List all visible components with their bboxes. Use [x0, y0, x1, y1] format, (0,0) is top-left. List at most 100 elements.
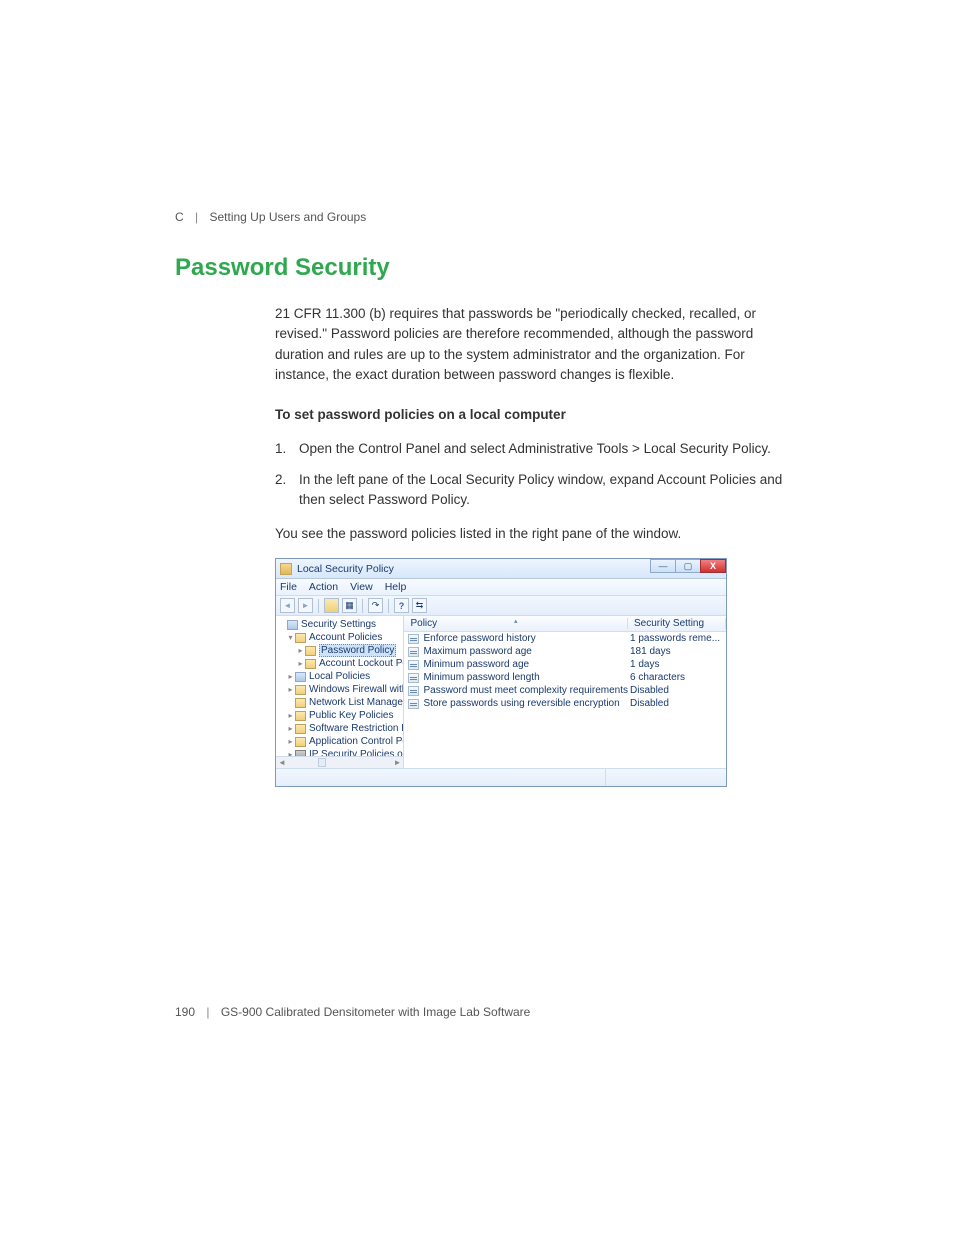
policy-name: Enforce password history	[423, 633, 535, 644]
status-cell	[276, 769, 606, 786]
step-text: Open the Control Panel and select Admini…	[299, 439, 784, 459]
tree-item[interactable]: ▸ Local Policies	[276, 670, 403, 683]
folder-icon	[295, 711, 306, 721]
expander-icon[interactable]: ▸	[286, 672, 295, 681]
footer-separator: |	[206, 1005, 209, 1019]
tree-item[interactable]: ▾ Account Policies	[276, 631, 403, 644]
step-1: 1. Open the Control Panel and select Adm…	[275, 439, 784, 459]
policy-row[interactable]: Password must meet complexity requiremen…	[404, 684, 726, 697]
policy-name-cell: Password must meet complexity requiremen…	[404, 685, 628, 696]
product-name: GS-900 Calibrated Densitometer with Imag…	[221, 1005, 531, 1019]
header-separator: |	[195, 210, 198, 224]
intro-paragraph: 21 CFR 11.300 (b) requires that password…	[275, 304, 784, 385]
policy-icon	[408, 699, 419, 709]
toolbar-separator	[318, 599, 319, 613]
list-pane[interactable]: Policy ▴ Security Setting Enforce passwo…	[404, 616, 726, 768]
tree-item[interactable]: ▸ Software Restriction Policies	[276, 722, 403, 735]
header-chapter: Setting Up Users and Groups	[209, 210, 366, 224]
policy-row[interactable]: Maximum password age181 days	[404, 645, 726, 658]
back-button[interactable]	[280, 598, 295, 613]
policy-row[interactable]: Minimum password length6 characters	[404, 671, 726, 684]
tree-item[interactable]: ▸ Public Key Policies	[276, 709, 403, 722]
tree-label: Network List Manager Policies	[309, 697, 404, 708]
column-header-policy[interactable]: Policy ▴	[404, 618, 628, 629]
minimize-button[interactable]: —	[650, 559, 676, 573]
maximize-button[interactable]: ▢	[675, 559, 701, 573]
step-2: 2. In the left pane of the Local Securit…	[275, 470, 784, 511]
up-button[interactable]	[324, 598, 339, 613]
security-icon	[287, 620, 298, 630]
list-header: Policy ▴ Security Setting	[404, 616, 726, 632]
result-paragraph: You see the password policies listed in …	[275, 524, 784, 544]
security-icon	[295, 672, 306, 682]
expander-icon[interactable]: ▸	[296, 646, 305, 655]
sort-indicator-icon: ▴	[514, 617, 518, 625]
expander-icon[interactable]: ▾	[286, 633, 295, 642]
scroll-left-icon[interactable]: ◄	[278, 758, 286, 767]
toolbar-separator	[388, 599, 389, 613]
policy-row[interactable]: Minimum password age1 days	[404, 658, 726, 671]
policy-icon	[408, 634, 419, 644]
tree-label: Account Policies	[309, 632, 382, 643]
section-title: Password Security	[175, 254, 784, 282]
tree-label: Account Lockout Policy	[319, 658, 404, 669]
window-title: Local Security Policy	[297, 563, 394, 575]
help-button[interactable]: ?	[394, 598, 409, 613]
step-number: 1.	[275, 439, 299, 459]
status-cell	[606, 769, 726, 786]
close-button[interactable]: X	[700, 559, 726, 573]
expander-icon[interactable]: ▸	[286, 685, 295, 694]
policy-name: Store passwords using reversible encrypt…	[423, 698, 619, 709]
expander-icon[interactable]: ▸	[286, 737, 295, 746]
window-titlebar[interactable]: Local Security Policy — ▢ X	[276, 559, 726, 579]
policy-setting-cell: Disabled	[628, 685, 726, 696]
folder-icon	[295, 737, 306, 747]
page-header: C | Setting Up Users and Groups	[175, 210, 784, 224]
policy-icon	[408, 686, 419, 696]
tree-item[interactable]: ▸ Account Lockout Policy	[276, 657, 403, 670]
page-number: 190	[175, 1005, 195, 1019]
policy-name-cell: Maximum password age	[404, 646, 628, 657]
folder-icon	[305, 659, 316, 669]
menu-view[interactable]: View	[350, 581, 373, 593]
tree-label: Local Policies	[309, 671, 370, 682]
procedure-heading: To set password policies on a local comp…	[275, 405, 784, 425]
expander-icon[interactable]: ▸	[296, 659, 305, 668]
tree-label: Application Control Policies	[309, 736, 404, 747]
horizontal-scrollbar[interactable]: ◄ ►	[276, 756, 403, 768]
policy-icon	[408, 660, 419, 670]
policy-setting-cell: 181 days	[628, 646, 726, 657]
column-header-setting[interactable]: Security Setting	[628, 618, 726, 629]
properties-button[interactable]: ▦	[342, 598, 357, 613]
policy-row[interactable]: Enforce password history1 passwords reme…	[404, 632, 726, 645]
tree-label: Public Key Policies	[309, 710, 393, 721]
refresh-button[interactable]: ⇆	[412, 598, 427, 613]
forward-button[interactable]	[298, 598, 313, 613]
export-button[interactable]: ↷	[368, 598, 383, 613]
folder-icon	[295, 724, 306, 734]
expander-icon[interactable]: ▸	[286, 724, 295, 733]
expander-icon[interactable]: ▸	[286, 711, 295, 720]
local-security-policy-window: Local Security Policy — ▢ X File Action …	[275, 558, 727, 787]
tree-item[interactable]: ▸Password Policy	[276, 644, 403, 657]
policy-icon	[408, 673, 419, 683]
menu-file[interactable]: File	[280, 581, 297, 593]
tree-root[interactable]: Security Settings	[276, 618, 403, 631]
policy-name-cell: Minimum password age	[404, 659, 628, 670]
scroll-right-icon[interactable]: ►	[394, 758, 402, 767]
policy-setting-cell: 1 days	[628, 659, 726, 670]
column-label: Policy	[410, 618, 437, 629]
folder-icon	[295, 633, 306, 643]
tree-item[interactable]: ▸ Application Control Policies	[276, 735, 403, 748]
menu-action[interactable]: Action	[309, 581, 338, 593]
tree-label: Security Settings	[301, 619, 376, 630]
tree-pane[interactable]: Security Settings ▾ Account Policies▸Pass…	[276, 616, 404, 768]
tree-item[interactable]: Network List Manager Policies	[276, 696, 403, 709]
tree-label: Software Restriction Policies	[309, 723, 404, 734]
policy-row[interactable]: Store passwords using reversible encrypt…	[404, 697, 726, 710]
scroll-thumb[interactable]	[318, 758, 326, 767]
toolbar-separator	[362, 599, 363, 613]
menu-help[interactable]: Help	[385, 581, 407, 593]
tree-item[interactable]: ▸Windows Firewall with Advanc	[276, 683, 403, 696]
policy-name-cell: Store passwords using reversible encrypt…	[404, 698, 628, 709]
